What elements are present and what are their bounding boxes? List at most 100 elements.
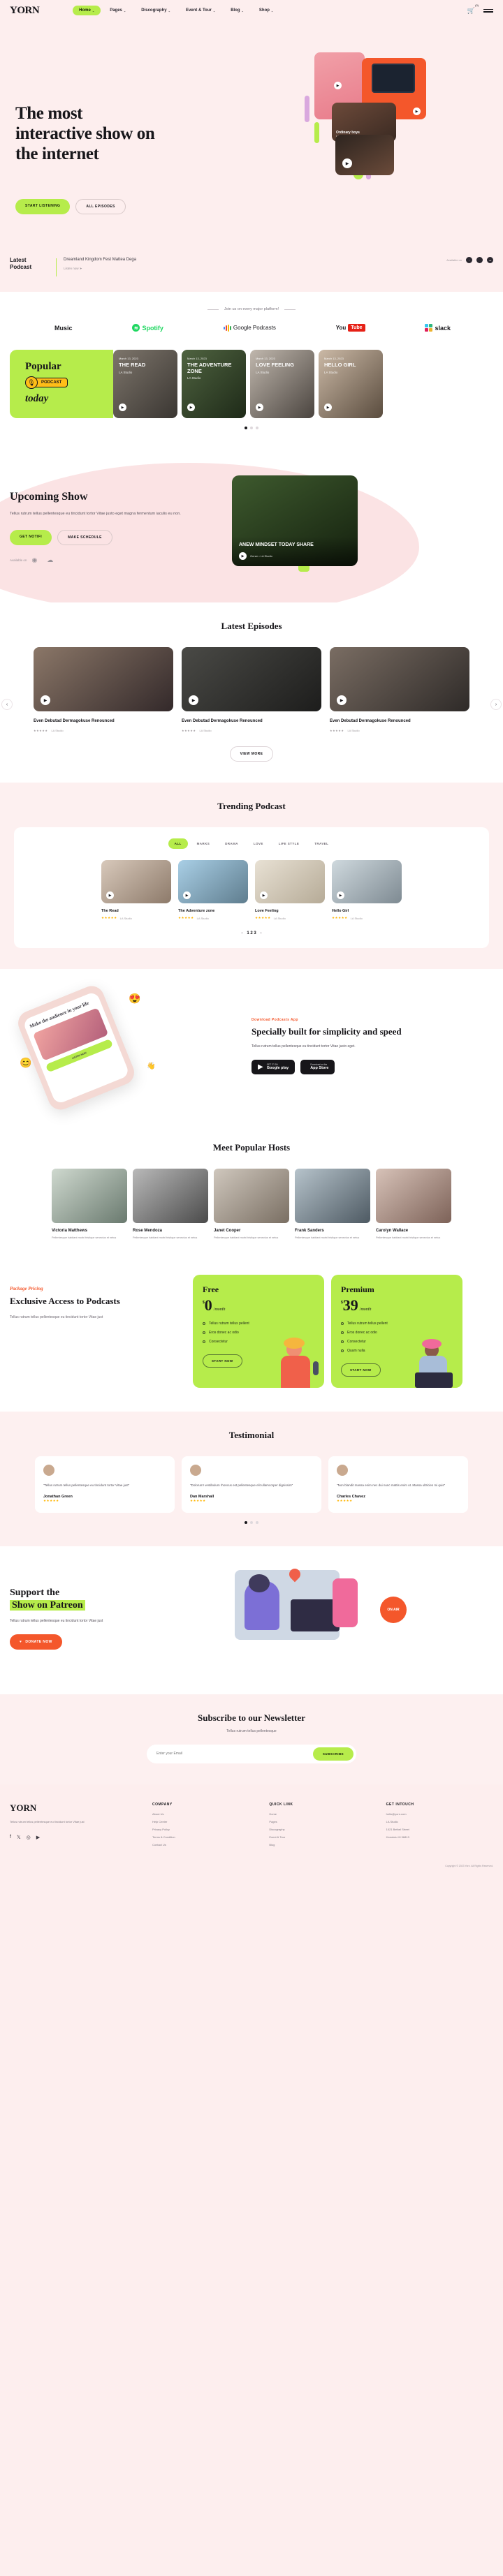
host-card[interactable]: Carolyn Wallace Pellentesque habitant mo…	[376, 1169, 451, 1241]
play-icon[interactable]: ▶	[183, 891, 191, 900]
trending-item[interactable]: ▶ The Adventure zone ★★★★★ LA Studio	[178, 860, 248, 920]
popular-card[interactable]: March 13, 2023 THE READ LA Studio ▶	[113, 350, 177, 418]
nav-item-pages[interactable]: Pages ⌄	[103, 6, 132, 15]
start-listening-button[interactable]: START LISTENING	[15, 199, 71, 214]
carousel-dot[interactable]	[250, 427, 253, 429]
carousel-dot[interactable]	[256, 1520, 258, 1524]
popular-carousel-dots[interactable]	[0, 427, 503, 429]
tab-drama[interactable]: DRAMA	[219, 838, 245, 849]
instagram-icon[interactable]: ◎	[27, 1835, 31, 1840]
play-icon[interactable]: ▶	[256, 404, 263, 411]
all-episodes-button[interactable]: ALL EPISODES	[75, 199, 126, 214]
footer-link[interactable]: Contact Us	[152, 1843, 259, 1846]
newsletter-email-input[interactable]	[156, 1752, 313, 1756]
carousel-next-button[interactable]: ›	[490, 699, 502, 710]
tab-all[interactable]: ALL	[168, 838, 188, 850]
soundcloud-icon[interactable]: ☁	[47, 556, 53, 564]
view-more-button[interactable]: VIEW MORE	[229, 746, 274, 762]
host-card[interactable]: Rose Mendoza Pellentesque habitant morbi…	[133, 1169, 208, 1241]
play-icon[interactable]: ▶	[334, 82, 342, 89]
nav-item-home[interactable]: Home ⌄	[73, 6, 101, 15]
footer-link[interactable]: Event & Tour	[269, 1835, 376, 1839]
host-card[interactable]: Frank Sanders Pellentesque habitant morb…	[295, 1169, 370, 1241]
footer-link[interactable]: Help Center	[152, 1820, 259, 1823]
apple-icon[interactable]	[476, 257, 483, 263]
episode-card[interactable]: ▶ Even Debutad Dermagokuse Renounced ★★★…	[182, 647, 321, 732]
platform-google-podcasts[interactable]: Google Podcasts	[223, 324, 276, 332]
facebook-icon[interactable]: f	[10, 1835, 11, 1840]
platform-apple-music[interactable]: Music	[52, 325, 73, 332]
host-card[interactable]: Victoria Matthews Pellentesque habitant …	[52, 1169, 127, 1241]
spotify-icon[interactable]: ♪	[466, 257, 472, 263]
tab-love[interactable]: LOVE	[247, 838, 270, 849]
footer-link[interactable]: Terms & Condition	[152, 1835, 259, 1839]
play-icon[interactable]: ▶	[189, 695, 198, 705]
tab-marks[interactable]: MARKS	[191, 838, 217, 849]
carousel-dot[interactable]	[245, 427, 247, 429]
trending-item[interactable]: ▶ Love Feeling ★★★★★ LA Studio	[255, 860, 325, 920]
play-icon[interactable]: ▶	[324, 404, 332, 411]
footer-link[interactable]: Privacy Policy	[152, 1828, 259, 1831]
trending-item[interactable]: ▶ Hello Girl ★★★★★ LA Studio	[332, 860, 402, 920]
cart-button[interactable]: 🛒 (0)	[467, 3, 479, 15]
carousel-dot[interactable]	[256, 427, 258, 429]
menu-toggle-icon[interactable]	[483, 8, 493, 13]
footer-link[interactable]: About Us	[152, 1812, 259, 1816]
trending-pager[interactable]: ‹ 1 2 3 ›	[24, 931, 479, 935]
footer-link[interactable]: Pages	[269, 1820, 376, 1823]
play-icon[interactable]: ▶	[260, 891, 268, 900]
footer-link[interactable]: Discography	[269, 1828, 376, 1831]
tab-life-style[interactable]: LIFE STYLE	[272, 838, 306, 849]
platform-slack[interactable]: slack	[425, 324, 451, 332]
play-icon[interactable]: ▶	[239, 552, 247, 560]
pager-next[interactable]: ›	[261, 931, 262, 935]
footer-logo[interactable]: YORN	[10, 1803, 143, 1814]
donate-now-button[interactable]: ♥ DONATE NOW	[10, 1634, 62, 1650]
google-play-button[interactable]: ▶ GET IT ON Google play	[252, 1059, 296, 1074]
hero-card-low[interactable]: ▶	[335, 135, 394, 175]
footer-link[interactable]: Home	[269, 1812, 376, 1816]
twitter-icon[interactable]: 𝕏	[17, 1835, 21, 1840]
newsletter-subscribe-button[interactable]: SUBSCRIBE	[312, 1747, 353, 1761]
carousel-dot[interactable]	[245, 1520, 247, 1524]
tab-travel[interactable]: TRAVEL	[308, 838, 335, 849]
platform-youtube[interactable]: You Tube	[336, 324, 365, 332]
play-icon[interactable]: ▶	[187, 404, 195, 411]
nav-item-event-tour[interactable]: Event & Tour ⌄	[180, 6, 221, 15]
footer-link[interactable]: Blog	[269, 1843, 376, 1846]
platform-spotify[interactable]: ≋ Spotify	[132, 324, 163, 332]
play-icon[interactable]: ▶	[119, 404, 126, 411]
soundcloud-icon[interactable]: ☁	[487, 257, 493, 263]
plan-start-button[interactable]: START NOW	[203, 1354, 242, 1368]
host-card[interactable]: Janet Cooper Pellentesque habitant morbi…	[214, 1169, 289, 1241]
play-icon[interactable]: ▶	[342, 158, 352, 168]
trending-item[interactable]: ▶ The Read ★★★★★ LA Studio	[101, 860, 171, 920]
episode-card[interactable]: ▶ Even Debutad Dermagokuse Renounced ★★★…	[330, 647, 469, 732]
carousel-prev-button[interactable]: ‹	[1, 699, 13, 710]
upcoming-video-card[interactable]: ANEW MINDSET TODAY SHARE ▶ Genre • LA St…	[232, 475, 358, 566]
play-icon[interactable]: ▶	[337, 695, 347, 705]
popular-card[interactable]: March 13, 2023 THE ADVENTURE ZONE LA Stu…	[182, 350, 246, 418]
pager-prev[interactable]: ‹	[241, 931, 242, 935]
carousel-dot[interactable]	[250, 1520, 253, 1524]
youtube-icon[interactable]: ▶	[36, 1835, 40, 1840]
footer-link[interactable]: hello@yorn.com	[386, 1812, 493, 1816]
plan-start-button[interactable]: START NOW	[341, 1363, 381, 1377]
testimonial-carousel-dots[interactable]	[10, 1520, 493, 1524]
popular-card[interactable]: March 13, 2023 LOVE FEELING LA Studio ▶	[250, 350, 314, 418]
play-icon[interactable]: ▶	[413, 108, 421, 115]
site-logo[interactable]: YORN	[10, 5, 40, 17]
listen-now-link[interactable]: Listen now ➤	[64, 267, 136, 271]
make-schedule-button[interactable]: MAKE SCHEDULE	[57, 529, 112, 545]
get-notified-button[interactable]: GET NOTIFI	[10, 529, 52, 545]
popular-card[interactable]: March 13, 2023 HELLO GIRL LA Studio ▶	[319, 350, 383, 418]
nav-item-shop[interactable]: Shop ⌄	[253, 6, 279, 15]
nav-item-blog[interactable]: Blog ⌄	[224, 6, 250, 15]
play-icon[interactable]: ▶	[337, 891, 344, 900]
play-icon[interactable]: ▶	[41, 695, 50, 705]
play-icon[interactable]: ▶	[106, 891, 114, 900]
episode-card[interactable]: ▶ Even Debutad Dermagokuse Renounced ★★★…	[34, 647, 173, 732]
app-store-button[interactable]: Download on the App Store	[300, 1059, 335, 1074]
spotify-icon[interactable]: ◉	[31, 556, 37, 564]
nav-item-discography[interactable]: Discography ⌄	[135, 6, 177, 15]
